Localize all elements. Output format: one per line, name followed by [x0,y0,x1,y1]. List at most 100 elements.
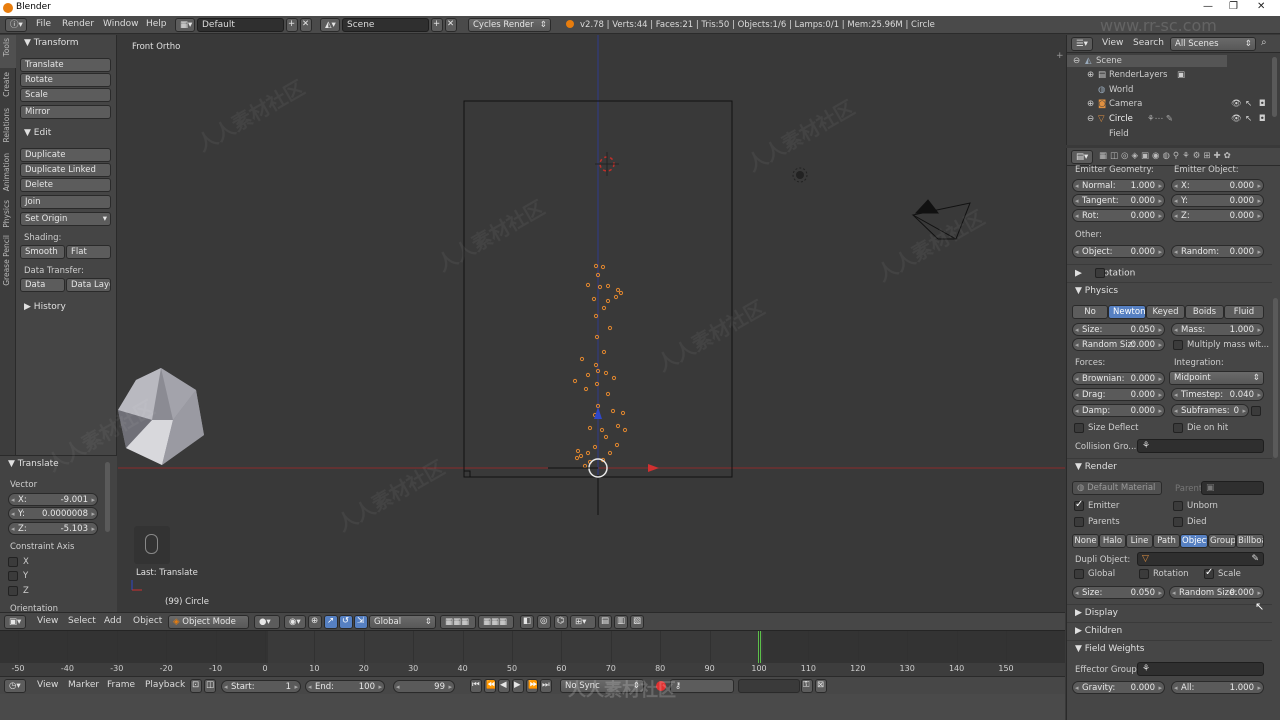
transform-panel-header[interactable]: ▼ Transform [24,38,79,48]
select-arrow-icon[interactable]: ↖ [1245,99,1252,109]
scale-manip-icon[interactable]: ⇲ [354,615,368,629]
emitter-x-field[interactable]: X: 0.000 [1171,179,1264,192]
menu-help[interactable]: Help [146,19,167,29]
remove-scene-icon[interactable]: ✕ [445,18,457,32]
edit-panel-header[interactable]: ▼ Edit [24,128,51,138]
children-panel-header[interactable]: ▶ Children [1075,626,1122,636]
died-checkbox[interactable] [1173,517,1183,527]
current-frame-field[interactable]: 99 [393,680,455,693]
subframes-field[interactable]: Subframes:0 [1171,404,1249,417]
physics-panel-header[interactable]: ▼ Physics [1075,286,1118,296]
outliner-filter-select[interactable]: All Scenes ⇕ [1170,37,1256,51]
outliner-item-world[interactable]: World [1109,85,1133,95]
render-random-size-field[interactable]: Random Size:0.000 [1169,586,1264,599]
dupli-scale-checkbox[interactable] [1204,567,1214,579]
layer-icon[interactable]: ◧ [520,615,534,629]
tab-physics[interactable]: Physics [2,200,11,228]
outliner-expand-icon[interactable]: ⊖ [1087,114,1094,124]
display-panel-header[interactable]: ▶ Display [1075,608,1118,618]
add-layout-icon[interactable]: + [286,18,298,32]
gravity-field[interactable]: Gravity: 0.000 [1072,681,1165,694]
jump-end-icon[interactable]: ⏭ [540,679,552,693]
emitter-y-field[interactable]: Y: 0.000 [1171,194,1264,207]
adaptive-subframes-checkbox[interactable] [1251,406,1261,416]
rotate-manip-icon[interactable]: ↺ [339,615,353,629]
render-engine-select[interactable]: Cycles Render ⇕ [468,18,551,32]
start-frame-field[interactable]: Start: 1 [221,680,301,693]
insert-key-icon[interactable]: ⚿ [801,679,813,693]
properties-editor-icon[interactable]: ▤▾ [1071,150,1093,164]
parent-field[interactable]: ▣ [1201,481,1264,495]
duplicate-button[interactable]: Duplicate [20,148,111,162]
manipulator-toggle-icon[interactable]: ⊕ [308,615,322,629]
data-layout-button[interactable]: Data Layo [66,278,111,292]
history-panel-header[interactable]: ▶ History [24,302,66,312]
physics-type-fluid[interactable]: Fluid [1224,305,1264,319]
viewport-editor-icon[interactable]: ▣▾ [4,615,26,629]
integrator-select[interactable]: Midpoint ⇕ [1169,371,1264,385]
jump-key-back-icon[interactable]: ⏪ [484,679,496,693]
outliner-expand-icon[interactable]: ⊕ [1087,99,1094,109]
shading-icon[interactable]: ●▾ [254,615,280,629]
render-anim-icon[interactable]: ▥ [614,615,628,629]
random-velocity-field[interactable]: Random: 0.000 [1171,245,1264,258]
add-scene-icon[interactable]: + [431,18,443,32]
object-velocity-field[interactable]: Object: 0.000 [1072,245,1165,258]
physics-type-no[interactable]: No [1072,305,1108,319]
render-type-line[interactable]: Line [1126,534,1153,548]
constraint-y-checkbox[interactable] [8,571,18,581]
render-type-billboard[interactable]: Billboa [1236,534,1264,548]
timeline-menu-playback[interactable]: Playback [145,680,185,690]
timeline[interactable]: -50 -40 -30 -20 -10 0 10 20 30 40 50 60 70 80 90 100 110… [0,630,1065,677]
timestep-field[interactable]: Timestep: 0.040 [1171,388,1264,401]
3d-viewport[interactable]: Front Ortho Last: Translate (99) Circle … [118,35,1065,612]
vector-z-field[interactable]: Z: -5.103 [8,522,98,535]
normal-field[interactable]: Normal: 1.000 [1072,179,1165,192]
render-type-halo[interactable]: Halo [1099,534,1126,548]
opengl-render-icon[interactable]: ▧ [630,615,644,629]
outliner-item-circle[interactable]: Circle [1109,114,1133,124]
damp-field[interactable]: Damp: 0.000 [1072,404,1165,417]
outliner-menu-view[interactable]: View [1102,38,1123,48]
unborn-checkbox[interactable] [1173,501,1183,511]
vector-x-field[interactable]: X: -9.001 [8,493,98,506]
translate-manip-icon[interactable]: ↗ [324,615,338,629]
outliner-scrollbar[interactable] [1272,57,1277,117]
all-weight-field[interactable]: All: 1.000 [1171,681,1264,694]
render-icon[interactable]: ▤ [598,615,612,629]
material-select[interactable]: ◍ Default Material [1072,481,1162,495]
join-button[interactable]: Join [20,195,111,209]
jump-key-fwd-icon[interactable]: ⏩ [526,679,538,693]
operator-scrollbar[interactable] [105,462,110,532]
menu-window[interactable]: Window [103,19,139,29]
timeline-menu-marker[interactable]: Marker [68,680,99,690]
timeline-menu-frame[interactable]: Frame [107,680,135,690]
tab-tools[interactable]: Tools [2,38,11,56]
close-icon[interactable]: ✕ [1257,1,1265,12]
snap-target-icon[interactable]: ⊞▾ [570,615,596,629]
orientation-select[interactable]: Global ⇕ [369,615,436,629]
menu-file[interactable]: File [36,19,51,29]
mass-field[interactable]: Mass: 1.000 [1171,323,1264,336]
constraint-z-checkbox[interactable] [8,586,18,596]
play-icon[interactable]: ▶ [512,679,524,693]
rotation-checkbox[interactable] [1094,268,1105,278]
keying-set-select[interactable] [738,679,800,693]
tangent-field[interactable]: Tangent: 0.000 [1072,194,1165,207]
outliner-item-field[interactable]: Field [1109,129,1129,139]
layout-field[interactable]: Default [197,18,284,32]
flat-button[interactable]: Flat [66,245,111,259]
effector-group-field[interactable]: ⚘ [1137,662,1264,676]
emitter-checkbox[interactable] [1074,499,1084,511]
tab-relations[interactable]: Relations [2,108,11,142]
outliner-expand-icon[interactable]: ⊖ [1073,56,1080,66]
rotate-button[interactable]: Rotate [20,73,111,87]
render-type-none[interactable]: None [1072,534,1099,548]
jump-start-icon[interactable]: ⏮ [470,679,482,693]
global-checkbox[interactable] [1074,569,1084,579]
dupli-object-field[interactable]: ▽ ✎ [1137,552,1264,566]
smooth-button[interactable]: Smooth [20,245,65,259]
proportional-icon[interactable]: ◎ [537,615,551,629]
record-icon[interactable] [656,681,666,691]
delete-key-icon[interactable]: ⊠ [815,679,827,693]
